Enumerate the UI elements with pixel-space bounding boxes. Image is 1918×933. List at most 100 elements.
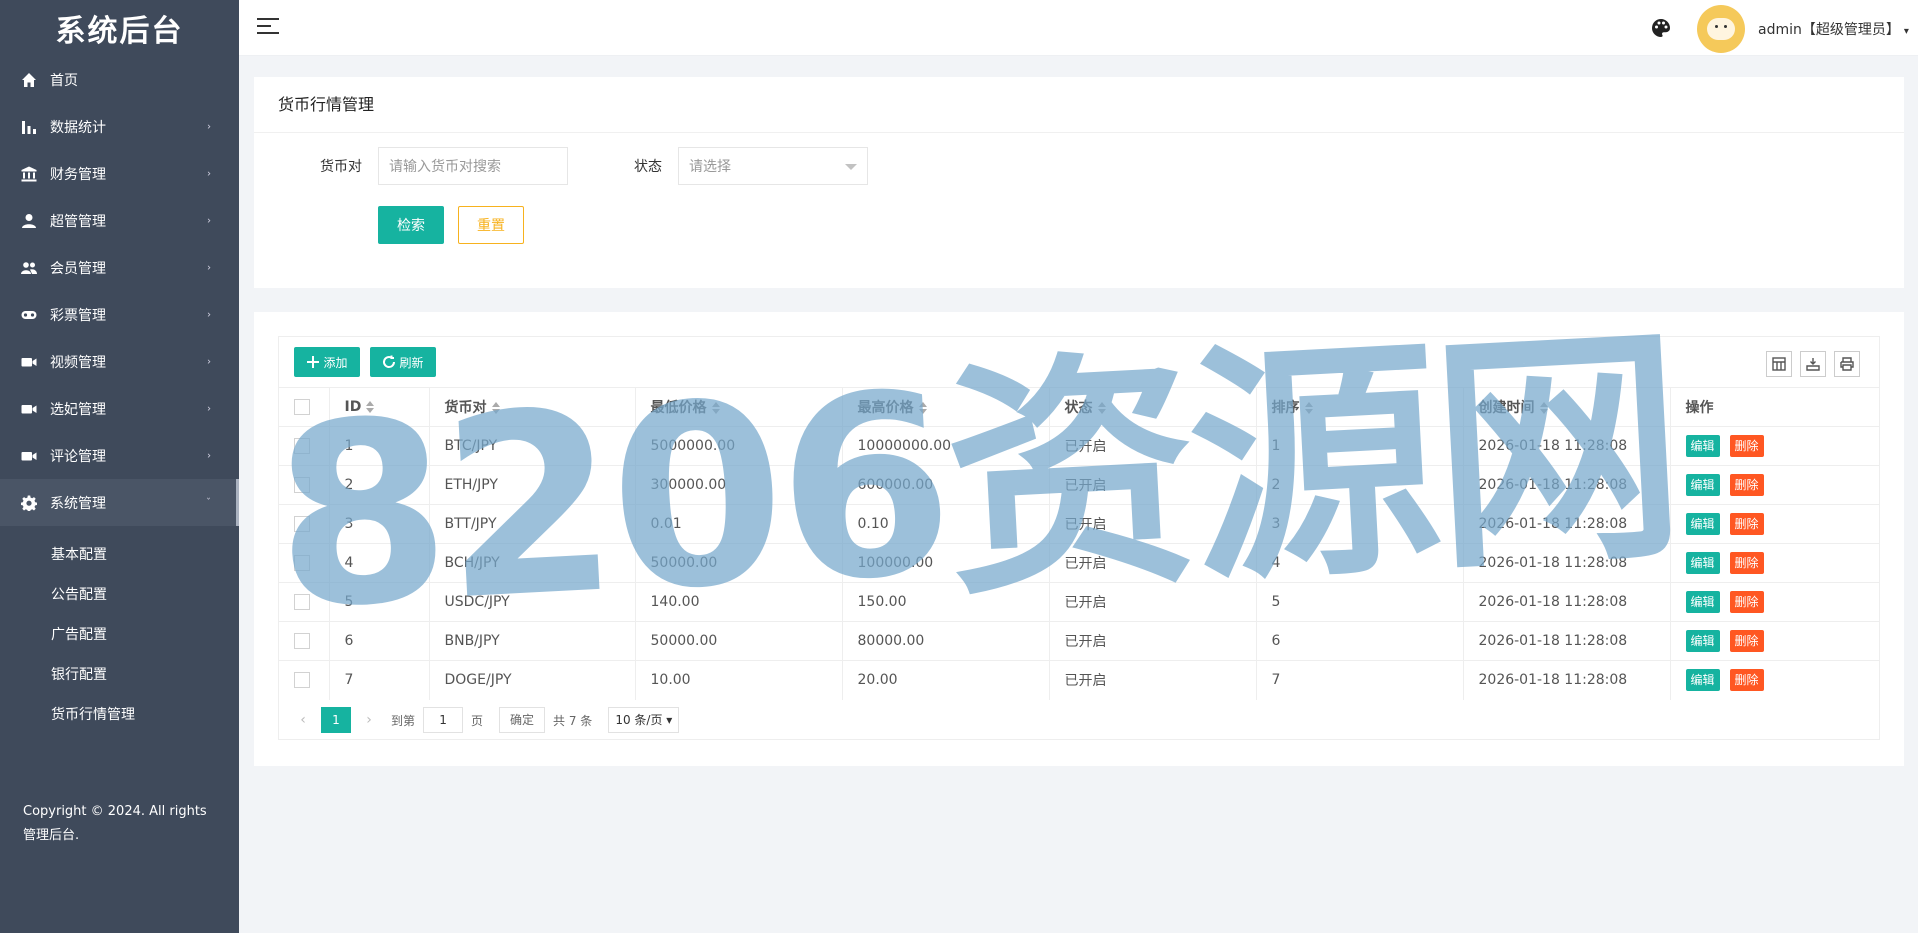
row-checkbox[interactable] — [294, 594, 310, 610]
sidebar-item-video[interactable]: 视频管理 › — [0, 338, 239, 385]
sidebar-item-lottery[interactable]: 彩票管理 › — [0, 291, 239, 338]
cell-actions: 编辑 删除 — [1670, 621, 1879, 661]
submenu-item-basic-config[interactable]: 基本配置 — [0, 534, 239, 574]
sort-icon[interactable] — [1097, 402, 1106, 414]
column-header-high-price[interactable]: 最高价格 — [842, 387, 1050, 427]
add-button[interactable]: 添加 — [294, 347, 360, 377]
cell-id: 2 — [329, 465, 430, 505]
submenu-item-notice-config[interactable]: 公告配置 — [0, 574, 239, 614]
pair-search-input[interactable]: 请输入货币对搜索 — [378, 147, 568, 185]
table-row: 6 BNB/JPY 50000.00 80000.00 已开启 6 2026-0… — [279, 621, 1879, 661]
sidebar-item-finance[interactable]: 财务管理 › — [0, 150, 239, 197]
chevron-right-icon: › — [207, 356, 211, 367]
delete-button[interactable]: 删除 — [1729, 552, 1764, 574]
print-icon[interactable] — [1834, 351, 1860, 377]
edit-button[interactable]: 编辑 — [1685, 474, 1720, 496]
bar-chart-icon — [20, 118, 38, 136]
menu-toggle-icon[interactable] — [257, 18, 279, 36]
edit-button[interactable]: 编辑 — [1685, 435, 1720, 457]
reset-button[interactable]: 重置 — [458, 206, 524, 244]
column-header-label: ID — [344, 399, 362, 415]
edit-button[interactable]: 编辑 — [1685, 552, 1720, 574]
cell-high-price: 100000.00 — [842, 543, 1050, 583]
goto-confirm-button[interactable]: 确定 — [499, 707, 546, 733]
sidebar-item-selection[interactable]: 选妃管理 › — [0, 385, 239, 432]
search-panel: 货币行情管理 货币对 请输入货币对搜索 状态 请选择 检索 重置 — [254, 77, 1904, 288]
column-header-created[interactable]: 创建时间 — [1463, 387, 1671, 427]
columns-filter-icon[interactable] — [1766, 351, 1792, 377]
status-select[interactable]: 请选择 — [678, 147, 868, 185]
submenu-item-currency-market[interactable]: 货币行情管理 — [0, 694, 239, 734]
column-header-low-price[interactable]: 最低价格 — [635, 387, 843, 427]
submenu-item-ad-config[interactable]: 广告配置 — [0, 614, 239, 654]
cell-high-price: 20.00 — [842, 660, 1050, 700]
row-checkbox[interactable] — [294, 516, 310, 532]
delete-button[interactable]: 删除 — [1729, 474, 1764, 496]
gamepad-icon — [20, 306, 38, 324]
submenu-item-bank-config[interactable]: 银行配置 — [0, 654, 239, 694]
sidebar-item-system[interactable]: 系统管理 ˇ — [0, 479, 239, 526]
cell-pair: USDC/JPY — [429, 582, 636, 622]
column-header-id[interactable]: ID — [329, 387, 430, 427]
chevron-right-icon: › — [207, 262, 211, 273]
column-header-pair[interactable]: 货币对 — [429, 387, 636, 427]
palette-icon[interactable] — [1651, 18, 1671, 38]
sidebar-item-members[interactable]: 会员管理 › — [0, 244, 239, 291]
chevron-right-icon: › — [207, 121, 211, 132]
search-button[interactable]: 检索 — [378, 206, 444, 244]
table-row: 2 ETH/JPY 300000.00 600000.00 已开启 2 2026… — [279, 465, 1879, 505]
delete-button[interactable]: 删除 — [1729, 669, 1764, 692]
sidebar-item-home[interactable]: 首页 — [0, 56, 239, 103]
refresh-button[interactable]: 刷新 — [370, 347, 436, 377]
avatar[interactable] — [1697, 5, 1745, 53]
prev-page-icon[interactable]: ‹ — [289, 707, 317, 733]
sidebar-item-label: 首页 — [50, 72, 78, 89]
cell-id: 5 — [329, 582, 430, 622]
row-select-cell — [279, 465, 330, 505]
column-header-sort[interactable]: 排序 — [1256, 387, 1464, 427]
sort-icon[interactable] — [711, 402, 720, 414]
user-menu[interactable]: admin【超级管理员】 ▾ — [1758, 19, 1909, 39]
delete-button[interactable]: 删除 — [1729, 435, 1764, 457]
sidebar-item-super-admin[interactable]: 超管管理 › — [0, 197, 239, 244]
goto-page-input[interactable]: 1 — [423, 707, 464, 733]
edit-button[interactable]: 编辑 — [1685, 513, 1720, 535]
cell-id: 1 — [329, 426, 430, 466]
export-icon[interactable] — [1800, 351, 1826, 377]
sidebar-item-label: 系统管理 — [50, 495, 106, 512]
row-checkbox[interactable] — [294, 672, 310, 689]
cell-actions: 编辑 删除 — [1670, 465, 1879, 505]
select-all-checkbox[interactable] — [294, 399, 310, 415]
row-checkbox[interactable] — [294, 438, 310, 454]
plus-icon — [307, 356, 320, 368]
sort-icon[interactable] — [1539, 402, 1548, 414]
edit-button[interactable]: 编辑 — [1685, 630, 1720, 652]
next-page-icon[interactable]: › — [355, 707, 383, 733]
sidebar-item-label: 财务管理 — [50, 166, 106, 183]
sort-icon[interactable] — [918, 402, 927, 414]
column-header-status[interactable]: 状态 — [1049, 387, 1257, 427]
sort-icon[interactable] — [1304, 402, 1313, 414]
cell-actions: 编辑 删除 — [1670, 582, 1879, 622]
row-checkbox[interactable] — [294, 477, 310, 493]
row-checkbox[interactable] — [294, 633, 310, 649]
total-count: 共 7 条 — [553, 713, 593, 728]
delete-button[interactable]: 删除 — [1729, 591, 1764, 613]
pair-search-placeholder: 请输入货币对搜索 — [389, 159, 501, 175]
delete-button[interactable]: 删除 — [1729, 630, 1764, 652]
sidebar-item-statistics[interactable]: 数据统计 › — [0, 103, 239, 150]
row-checkbox[interactable] — [294, 555, 310, 571]
cell-status: 已开启 — [1049, 543, 1257, 583]
bank-icon — [20, 165, 38, 183]
sort-icon[interactable] — [491, 402, 500, 414]
page-number-current[interactable]: 1 — [321, 707, 351, 733]
edit-button[interactable]: 编辑 — [1685, 669, 1720, 692]
row-select-cell — [279, 621, 330, 661]
sort-icon[interactable] — [366, 401, 375, 413]
cell-sort: 5 — [1256, 582, 1464, 622]
edit-button[interactable]: 编辑 — [1685, 591, 1720, 613]
page-size-select[interactable]: 10 条/页 ▾ — [608, 707, 680, 733]
sidebar-item-comments[interactable]: 评论管理 › — [0, 432, 239, 479]
cell-high-price: 0.10 — [842, 504, 1050, 544]
delete-button[interactable]: 删除 — [1729, 513, 1764, 535]
